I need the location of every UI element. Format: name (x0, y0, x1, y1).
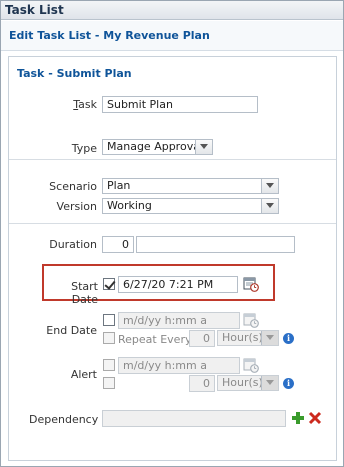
dependency-label: Dependency (29, 413, 99, 426)
duration-input[interactable]: 0 (102, 236, 134, 253)
alert-repeat-input[interactable]: 0 (189, 375, 215, 392)
task-form-panel: Task - Submit Plan Task Submit Plan Type… (8, 56, 337, 461)
duration-unit-input[interactable] (136, 236, 295, 253)
scenario-select-value: Plan (107, 179, 131, 192)
start-date-input[interactable]: 6/27/20 7:21 PM (118, 276, 238, 293)
alert-repeat-unit-select[interactable]: Hour(s) (217, 375, 279, 391)
alert-repeat-unit-value: Hour(s) (222, 376, 263, 389)
scenario-label: Scenario (49, 180, 97, 193)
end-date-repeat-unit-select[interactable]: Hour(s) (217, 330, 279, 346)
alert-label: Alert (70, 368, 97, 381)
divider (9, 159, 336, 160)
end-date-checkbox[interactable] (103, 314, 115, 326)
end-date-input[interactable]: m/d/yy h:mm a (118, 312, 240, 329)
dependency-input[interactable] (102, 410, 286, 427)
end-date-repeat-unit-value: Hour(s) (222, 331, 263, 344)
end-date-label: End Date (46, 324, 97, 337)
version-label: Version (56, 200, 97, 213)
scenario-select[interactable]: Plan (102, 178, 279, 194)
add-icon[interactable] (291, 411, 305, 425)
alert-input[interactable]: m/d/yy h:mm a (118, 357, 240, 374)
type-label: Type (71, 142, 97, 155)
chevron-down-icon (261, 376, 278, 390)
end-date-repeat-checkbox[interactable] (103, 332, 115, 344)
info-icon[interactable]: i (283, 378, 294, 389)
calendar-icon[interactable] (243, 357, 259, 373)
chevron-down-icon (261, 179, 278, 193)
calendar-icon[interactable] (243, 276, 259, 292)
end-date-repeat-label: Repeat Every (118, 333, 192, 346)
type-select-value: Manage Approvals (107, 140, 209, 153)
chevron-down-icon (261, 199, 278, 213)
task-name-input[interactable]: Submit Plan (102, 96, 258, 113)
window-title: Task List (1, 1, 343, 20)
dialog-title: Edit Task List - My Revenue Plan (1, 21, 343, 51)
chevron-down-icon (195, 140, 212, 154)
delete-icon[interactable] (308, 411, 322, 425)
info-icon[interactable]: i (283, 333, 294, 344)
alert-repeat-checkbox[interactable] (103, 377, 115, 389)
duration-label: Duration (49, 238, 97, 251)
version-select-value: Working (107, 199, 152, 212)
start-date-label: Start Date (71, 280, 98, 306)
calendar-icon[interactable] (243, 312, 259, 328)
divider (9, 223, 336, 224)
end-date-repeat-input[interactable]: 0 (189, 330, 215, 347)
type-select[interactable]: Manage Approvals (102, 139, 213, 155)
start-date-checkbox[interactable] (103, 278, 115, 290)
task-label: Task (29, 98, 97, 111)
version-select[interactable]: Working (102, 198, 279, 214)
section-title: Task - Submit Plan (17, 67, 132, 80)
task-list-window: Task List Edit Task List - My Revenue Pl… (0, 0, 344, 467)
alert-checkbox[interactable] (103, 359, 115, 371)
chevron-down-icon (261, 331, 278, 345)
task-label-rest: ask (78, 98, 97, 111)
